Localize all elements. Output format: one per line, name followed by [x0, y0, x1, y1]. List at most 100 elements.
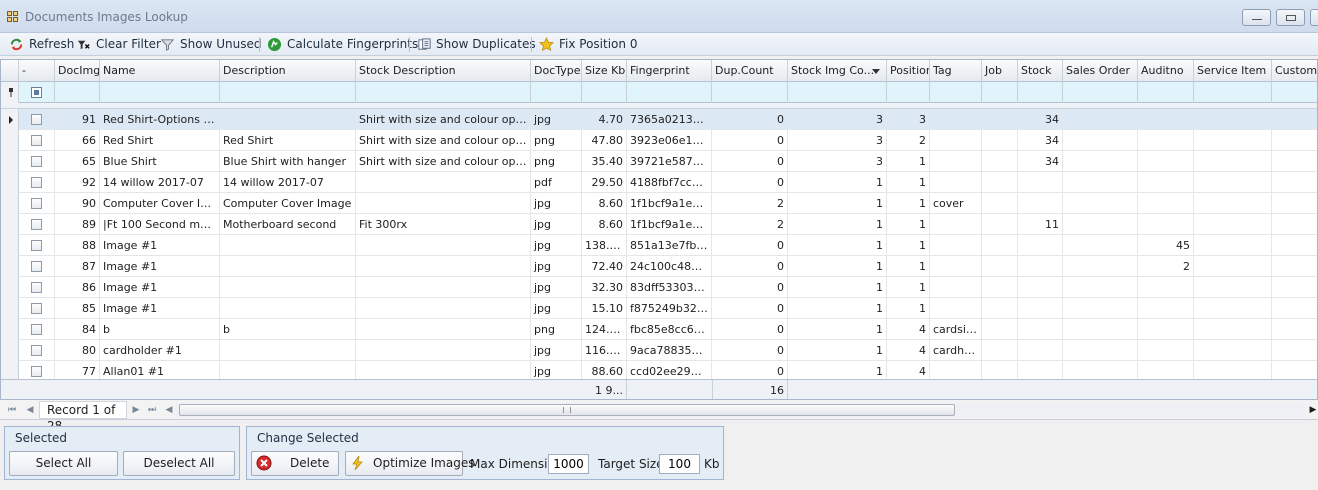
fix-position-button[interactable]: Fix Position 0 [539, 36, 637, 53]
select-all-button[interactable]: Select All [9, 451, 118, 476]
cell-dup[interactable]: 0 [712, 235, 788, 256]
table-row[interactable]: 80 cardholder #1 jpg 116.80 9aca788358a... 0 1… [1, 340, 1317, 361]
filter-description[interactable] [220, 82, 356, 103]
cell-name[interactable]: Blue Shirt [100, 151, 220, 172]
cell-size[interactable]: 32.30 [582, 277, 627, 298]
cell-stock-description[interactable] [356, 340, 531, 361]
cell-doctype[interactable]: jpg [531, 277, 582, 298]
cell-size[interactable]: 15.10 [582, 298, 627, 319]
cell-tag[interactable]: cardsig... [930, 319, 982, 340]
row-checkbox[interactable] [31, 345, 42, 356]
cell-docimg[interactable]: 84 [55, 319, 100, 340]
cell-docimg[interactable]: 87 [55, 256, 100, 277]
header-fingerprint[interactable]: Fingerprint [627, 60, 712, 82]
row-indicator[interactable] [1, 235, 19, 256]
row-checkbox[interactable] [31, 135, 42, 146]
cell-stock-description[interactable]: Shirt with size and colour options... [356, 130, 531, 151]
cell-stock[interactable]: 34 [1018, 109, 1063, 130]
row-indicator[interactable] [1, 298, 19, 319]
cell-fingerprint[interactable]: fbc85e8cc692... [627, 319, 712, 340]
table-row[interactable]: 66 Red Shirt Red Shirt Shirt with size and … [1, 130, 1317, 151]
filter-tag[interactable] [930, 82, 982, 103]
cell-service-item[interactable] [1194, 235, 1272, 256]
cell-dup[interactable]: 0 [712, 256, 788, 277]
cell-size[interactable]: 47.80 [582, 130, 627, 151]
row-indicator[interactable] [1, 319, 19, 340]
cell-description[interactable] [220, 277, 356, 298]
cell-sales-order[interactable] [1063, 214, 1138, 235]
cell-stock-img[interactable]: 1 [788, 340, 887, 361]
table-row[interactable]: 84 b b png 124.80 fbc85e8cc692... 0 1 4 cardsig..… [1, 319, 1317, 340]
max-dimension-input[interactable] [548, 454, 589, 474]
row-indicator[interactable] [1, 193, 19, 214]
cell-dup[interactable]: 0 [712, 298, 788, 319]
cell-sales-order[interactable] [1063, 109, 1138, 130]
header-tag[interactable]: Tag [930, 60, 982, 82]
cell-position[interactable]: 4 [887, 340, 930, 361]
cell-docimg[interactable]: 92 [55, 172, 100, 193]
deselect-all-button[interactable]: Deselect All [123, 451, 235, 476]
cell-service-item[interactable] [1194, 193, 1272, 214]
cell-job[interactable] [982, 340, 1018, 361]
minimize-button[interactable] [1242, 9, 1271, 26]
cell-auditno[interactable] [1138, 193, 1194, 214]
filter-doctype[interactable] [531, 82, 582, 103]
cell-name[interactable]: Image #1 [100, 235, 220, 256]
cell-position[interactable]: 3 [887, 109, 930, 130]
cell-auditno[interactable]: 2 [1138, 256, 1194, 277]
cell-description[interactable] [220, 235, 356, 256]
cell-size[interactable]: 124.80 [582, 319, 627, 340]
cell-stock-description[interactable] [356, 319, 531, 340]
row-indicator[interactable] [1, 277, 19, 298]
cell-doctype[interactable]: jpg [531, 298, 582, 319]
cell-fingerprint[interactable]: 24c100c48b2... [627, 256, 712, 277]
cell-doctype[interactable]: jpg [531, 214, 582, 235]
cell-size[interactable]: 116.80 [582, 340, 627, 361]
header-name[interactable]: Name [100, 60, 220, 82]
header-stock-img-count[interactable]: Stock Img Co... [788, 60, 887, 82]
header-position[interactable]: Position [887, 60, 930, 82]
cell-stock[interactable] [1018, 172, 1063, 193]
cell-service-item[interactable] [1194, 340, 1272, 361]
cell-docimg[interactable]: 85 [55, 298, 100, 319]
cell-stock-description[interactable]: Fit 300rx [356, 214, 531, 235]
cell-customer[interactable] [1272, 172, 1317, 193]
cell-sales-order[interactable] [1063, 151, 1138, 172]
filter-name[interactable] [100, 82, 220, 103]
last-record-button[interactable]: ⏭ [147, 405, 157, 415]
cell-doctype[interactable]: pdf [531, 172, 582, 193]
cell-dup[interactable]: 2 [712, 193, 788, 214]
cell-sales-order[interactable] [1063, 277, 1138, 298]
cell-position[interactable]: 1 [887, 256, 930, 277]
cell-doctype[interactable]: jpg [531, 109, 582, 130]
row-indicator[interactable] [1, 340, 19, 361]
cell-stock-description[interactable]: Shirt with size and colour options... [356, 109, 531, 130]
cell-stock[interactable] [1018, 235, 1063, 256]
cell-stock[interactable] [1018, 193, 1063, 214]
cell-job[interactable] [982, 109, 1018, 130]
cell-sales-order[interactable] [1063, 340, 1138, 361]
cell-size[interactable]: 138.80 [582, 235, 627, 256]
cell-fingerprint[interactable]: 7365a02133b... [627, 109, 712, 130]
cell-docimg[interactable]: 80 [55, 340, 100, 361]
cell-size[interactable]: 35.40 [582, 151, 627, 172]
cell-tag[interactable] [930, 130, 982, 151]
row-checkbox[interactable] [31, 198, 42, 209]
filter-job[interactable] [982, 82, 1018, 103]
cell-dup[interactable]: 0 [712, 340, 788, 361]
table-row[interactable]: 90 Computer Cover Image Computer Cover Ima… [1, 193, 1317, 214]
row-checkbox[interactable] [31, 303, 42, 314]
cell-name[interactable]: Image #1 [100, 298, 220, 319]
table-row[interactable]: 89 |Ft 100 Second moth... Motherboard seco… [1, 214, 1317, 235]
cell-tag[interactable] [930, 277, 982, 298]
cell-doctype[interactable]: png [531, 319, 582, 340]
header-select[interactable]: - [19, 60, 55, 82]
cell-dup[interactable]: 0 [712, 130, 788, 151]
cell-doctype[interactable]: jpg [531, 235, 582, 256]
cell-docimg[interactable]: 91 [55, 109, 100, 130]
table-row[interactable]: 88 Image #1 jpg 138.80 851a13e7fb2... 0 1 1 45 [1, 235, 1317, 256]
cell-tag[interactable] [930, 214, 982, 235]
table-row[interactable]: 87 Image #1 jpg 72.40 24c100c48b2... 0 1 1 2 [1, 256, 1317, 277]
cell-name[interactable]: Red Shirt-Options #3 [100, 109, 220, 130]
row-checkbox[interactable] [31, 324, 42, 335]
